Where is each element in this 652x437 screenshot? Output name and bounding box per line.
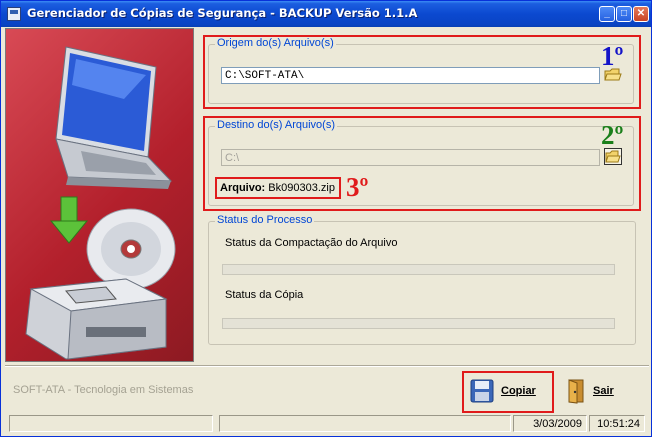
minimize-icon: _ [604,8,610,19]
title-bar[interactable]: Gerenciador de Cópias de Segurança - BAC… [1,1,651,27]
statusbar-date: 3/03/2009 [513,415,587,432]
footer-divider [5,365,649,367]
status-bar: 3/03/2009 10:51:24 [5,413,649,433]
cd-disc-icon [86,208,176,290]
maximize-button[interactable]: □ [616,6,632,22]
laptop-icon [55,46,173,189]
arrow-down-icon [49,196,89,244]
backup-window: Gerenciador de Cópias de Segurança - BAC… [0,0,652,437]
compactacao-label: Status da Compactação do Arquivo [225,237,398,249]
compactacao-progress-bar [222,264,615,275]
maximize-icon: □ [620,8,628,19]
copia-progress-bar [222,318,615,329]
exit-door-icon [568,379,584,404]
close-icon: ✕ [636,8,646,19]
window-title: Gerenciador de Cópias de Segurança - BAC… [27,6,418,20]
status-legend: Status do Processo [215,214,315,226]
drive-icon [25,278,168,360]
arquivo-filename: Bk090303.zip [268,182,335,194]
arquivo-row: Arquivo: Bk090303.zip [220,182,335,194]
backup-illustration [25,46,176,360]
arquivo-label: Arquivo: [220,182,266,194]
minimize-button[interactable]: _ [599,6,615,22]
copia-label: Status da Cópia [225,289,304,301]
statusbar-panel-2 [219,415,511,432]
copiar-label: Copiar [501,385,536,397]
app-icon [7,7,21,21]
statusbar-time: 10:51:24 [589,415,645,432]
close-button[interactable]: ✕ [633,6,649,22]
sair-button[interactable]: Sair [563,374,614,408]
statusbar-panel-1 [9,415,213,432]
step-3-label: 3º [346,172,369,202]
illustration-panel [5,28,194,362]
company-label: SOFT-ATA - Tecnologia em Sistemas [13,384,194,396]
copiar-button[interactable]: Copiar [469,374,536,408]
save-disk-icon [470,379,494,403]
sair-label: Sair [593,385,614,397]
origem-highlight-box [203,35,641,109]
